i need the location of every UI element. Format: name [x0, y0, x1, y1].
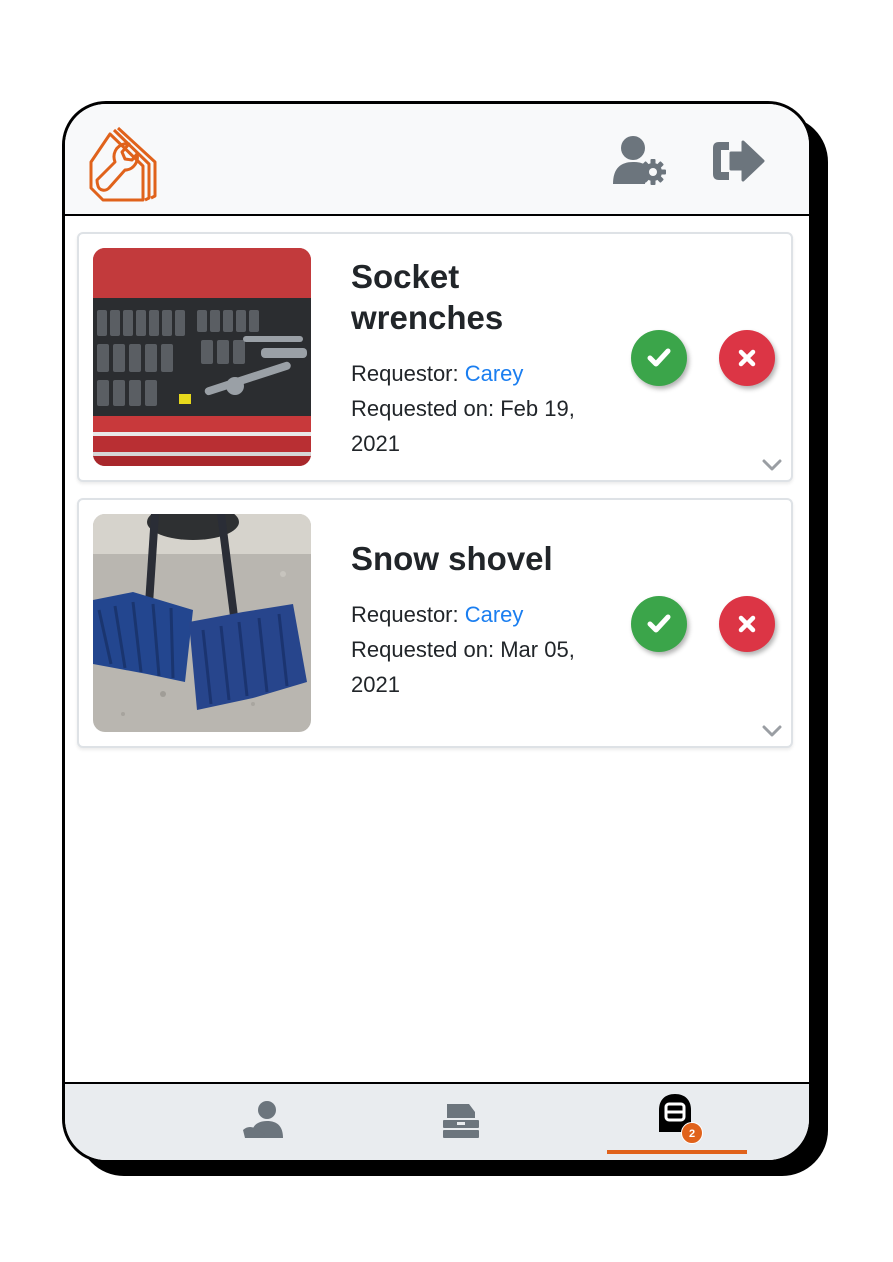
requestor-link[interactable]: Carey: [465, 602, 524, 627]
requestor-link[interactable]: Carey: [465, 361, 524, 386]
chevron-down-icon[interactable]: [761, 458, 783, 472]
snow-shovel-photo: [93, 514, 311, 732]
requestor-label: Requestor:: [351, 361, 465, 386]
user-settings-icon[interactable]: [609, 134, 669, 188]
approve-button[interactable]: [631, 330, 687, 386]
bottom-nav: 2: [65, 1082, 809, 1160]
item-title: Socket wrenches: [351, 258, 504, 336]
request-card: Socket wrenches Requestor: Carey Request…: [77, 232, 793, 482]
item-title: Snow shovel: [351, 540, 553, 577]
socket-wrench-photo: [93, 248, 311, 466]
request-card: Snow shovel Requestor: Carey Requested o…: [77, 498, 793, 748]
tab-people[interactable]: [193, 1084, 333, 1160]
chevron-down-icon[interactable]: [761, 724, 783, 738]
people-icon: [243, 1101, 283, 1138]
check-icon: [647, 614, 671, 633]
requestor-line: Requestor: Carey: [351, 356, 613, 391]
requested-date: Requested on: Feb 19, 2021: [351, 396, 575, 456]
decline-button[interactable]: [719, 330, 775, 386]
sign-out-icon[interactable]: [707, 134, 767, 188]
house-wrench-logo-icon[interactable]: [85, 122, 171, 202]
tab-tools[interactable]: [391, 1084, 531, 1160]
notification-badge: 2: [681, 1122, 703, 1144]
x-icon: [738, 349, 756, 367]
requestor-line: Requestor: Carey: [351, 597, 613, 632]
active-tab-indicator: [607, 1150, 747, 1154]
request-info: Socket wrenches Requestor: Carey Request…: [351, 256, 613, 461]
toolbox-icon: [443, 1104, 479, 1138]
check-icon: [647, 348, 671, 367]
tab-requests[interactable]: 2: [607, 1084, 747, 1160]
request-list: Socket wrenches Requestor: Carey Request…: [77, 232, 793, 764]
app-header: [65, 104, 809, 216]
request-info: Snow shovel Requestor: Carey Requested o…: [351, 538, 613, 702]
approve-button[interactable]: [631, 596, 687, 652]
decline-button[interactable]: [719, 596, 775, 652]
app-frame: Socket wrenches Requestor: Carey Request…: [62, 101, 812, 1163]
requestor-label: Requestor:: [351, 602, 465, 627]
x-icon: [738, 615, 756, 633]
requested-date: Requested on: Mar 05, 2021: [351, 637, 575, 697]
